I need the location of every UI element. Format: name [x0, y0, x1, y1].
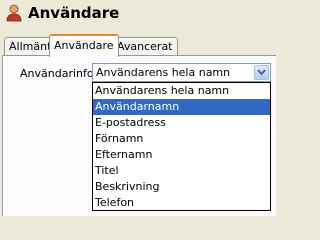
dropdown-option-username[interactable]: Användarnamn — [93, 99, 270, 115]
tab-advanced[interactable]: Avancerat — [112, 37, 178, 55]
dropdown-option-description[interactable]: Beskrivning — [93, 179, 270, 195]
user-info-combobox[interactable]: Användarens hela namn — [92, 63, 271, 82]
dropdown-option-first-name[interactable]: Förnamn — [93, 131, 270, 147]
user-icon — [6, 4, 22, 22]
dropdown-option-full-name[interactable]: Användarens hela namn — [93, 83, 270, 99]
user-info-label: Användarinfo: — [20, 67, 98, 80]
chevron-down-icon — [257, 69, 266, 76]
window-title: Användare — [28, 4, 120, 22]
dropdown-option-title[interactable]: Titel — [93, 163, 270, 179]
dropdown-button[interactable] — [254, 65, 269, 80]
dropdown-list: Användarens hela namn Användarnamn E-pos… — [92, 82, 271, 211]
dropdown-option-phone[interactable]: Telefon — [93, 195, 270, 211]
window-titlebar: Användare — [0, 0, 276, 28]
dropdown-option-last-name[interactable]: Efternamn — [93, 147, 270, 163]
dropdown-option-email[interactable]: E-postadress — [93, 115, 270, 131]
tab-strip: Allmänt Användare Avancerat — [0, 34, 276, 57]
tab-users[interactable]: Användare — [49, 34, 119, 57]
combobox-value: Användarens hela namn — [96, 66, 231, 79]
